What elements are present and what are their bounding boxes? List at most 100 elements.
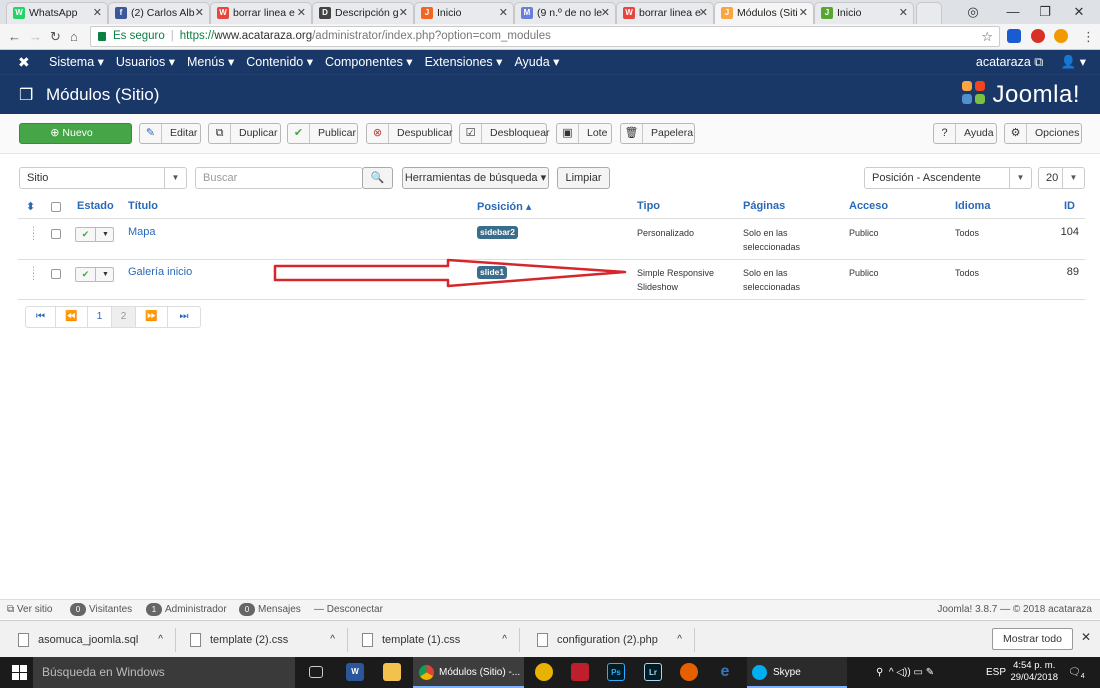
close-tab-icon[interactable]: ✕ [93, 3, 102, 23]
lightroom-icon[interactable]: Lr [644, 663, 662, 681]
trash-button[interactable]: 🗑 Papelera [620, 123, 695, 144]
module-title-link[interactable]: Mapa [128, 226, 156, 238]
publish-button[interactable]: ✔ Publicar [287, 123, 358, 144]
chevron-up-icon[interactable]: ^ [502, 628, 507, 652]
app-yellow-icon[interactable] [535, 663, 553, 681]
reload-icon[interactable]: ↻ [50, 27, 61, 47]
help-button[interactable]: ? Ayuda [933, 123, 997, 144]
menu-sistema[interactable]: Sistema ▾ [49, 50, 104, 74]
close-tab-icon[interactable]: ✕ [499, 3, 508, 23]
download-item[interactable]: template (1).css ^ [362, 628, 520, 652]
col-status[interactable]: Estado [77, 200, 114, 212]
show-all-button[interactable]: Mostrar todo [992, 628, 1073, 650]
menu-ayuda[interactable]: Ayuda ▾ [514, 50, 559, 74]
chevron-down-icon[interactable]: ▼ [97, 228, 114, 241]
menu-menus[interactable]: Menús ▾ [187, 50, 234, 74]
browser-tab[interactable]: D Descripción g ✕ [312, 2, 414, 24]
status-toggle[interactable]: ✔ ▼ [75, 267, 114, 282]
task-view-icon[interactable] [309, 666, 323, 678]
edge-icon[interactable]: e [716, 663, 734, 681]
module-title-link[interactable]: Galería inicio [128, 266, 192, 278]
browser-tab[interactable]: Wborrar linea e ✕ [616, 2, 714, 24]
close-tab-icon[interactable]: ✕ [799, 3, 808, 23]
tray-icons[interactable]: ⚲ ^ ◁)) ▭ ✎ [876, 657, 934, 688]
forward-arrow-icon[interactable]: → [29, 27, 42, 47]
unpublish-button[interactable]: ⊗ Despublicar [366, 123, 452, 144]
edit-button[interactable]: ✎ Editar [139, 123, 201, 144]
filezilla-icon[interactable] [571, 663, 589, 681]
windows-start-icon[interactable] [12, 665, 27, 680]
file-explorer-icon[interactable] [383, 663, 401, 681]
taskbar-skype-app[interactable]: Skype [747, 657, 847, 688]
published-check-icon[interactable]: ✔ [76, 268, 96, 281]
home-icon[interactable]: ⌂ [70, 27, 78, 47]
close-tab-icon[interactable]: ✕ [399, 3, 408, 23]
browser-tab[interactable]: W WhatsApp ✕ [6, 2, 108, 24]
joomla-logo-icon[interactable]: ✖ [18, 54, 30, 71]
close-tab-icon[interactable]: ✕ [297, 3, 306, 23]
col-id[interactable]: ID [1064, 200, 1075, 212]
browser-tab-active[interactable]: J Módulos (Siti ✕ [714, 2, 814, 24]
limit-select[interactable]: 20 ▼ [1038, 167, 1085, 189]
close-icon[interactable]: ✕ [1081, 630, 1091, 644]
menu-usuarios[interactable]: Usuarios ▾ [116, 50, 175, 74]
status-toggle[interactable]: ✔ ▼ [75, 227, 114, 242]
row-checkbox[interactable] [51, 269, 61, 279]
page-1-button[interactable]: 1 [88, 307, 112, 327]
view-site-link[interactable]: ⧉ Ver sitio [7, 600, 53, 619]
download-item[interactable]: configuration (2).php ^ [537, 628, 695, 652]
close-tab-icon[interactable]: ✕ [699, 3, 708, 23]
menu-extensiones[interactable]: Extensiones ▾ [425, 50, 503, 74]
chevron-up-icon[interactable]: ^ [677, 628, 682, 652]
notifications-icon[interactable]: 🗨4 [1068, 657, 1085, 688]
new-button[interactable]: ⊕ Nuevo [19, 123, 132, 144]
menu-contenido[interactable]: Contenido ▾ [246, 50, 313, 74]
first-page-button[interactable]: ⏮ [26, 307, 56, 327]
taskbar-search[interactable]: Búsqueda en Windows [33, 657, 295, 688]
site-link[interactable]: acataraza ⧉ [976, 55, 1043, 69]
word-icon[interactable]: W [346, 663, 364, 681]
firefox-icon[interactable] [680, 663, 698, 681]
drag-handle-icon[interactable]: ⋮ ⋮ [29, 226, 38, 241]
menu-componentes[interactable]: Componentes ▾ [325, 50, 413, 74]
close-tab-icon[interactable]: ✕ [195, 3, 204, 23]
extension-red-icon[interactable] [1031, 29, 1045, 43]
client-select[interactable]: Sitio ▼ [19, 167, 187, 189]
extension-blue-icon[interactable] [1007, 29, 1021, 43]
chevron-up-icon[interactable]: ^ [158, 628, 163, 652]
photoshop-icon[interactable]: Ps [607, 663, 625, 681]
prev-page-button[interactable]: ⏪ [56, 307, 88, 327]
duplicate-button[interactable]: ⧉ Duplicar [208, 123, 281, 144]
new-tab-button[interactable] [916, 2, 942, 24]
search-input[interactable]: Buscar [195, 167, 363, 189]
next-page-button[interactable]: ⏩ [136, 307, 168, 327]
download-item[interactable]: asomuca_joomla.sql ^ [18, 628, 176, 652]
close-window-button[interactable]: ✕ [1064, 2, 1094, 22]
row-checkbox[interactable] [51, 229, 61, 239]
ordering-select[interactable]: Posición - Ascendente ▼ [864, 167, 1032, 189]
bookmark-star-icon[interactable]: ☆ [981, 27, 993, 46]
maximize-button[interactable]: ❐ [1030, 2, 1060, 22]
taskbar-clock[interactable]: 4:54 p. m. 29/04/2018 [1010, 660, 1058, 684]
extension-orange-icon[interactable] [1054, 29, 1068, 43]
chrome-menu-icon[interactable]: ⋮ [1082, 27, 1095, 47]
browser-tab[interactable]: J Inicio ✕ [814, 2, 914, 24]
search-button[interactable]: 🔍 [362, 167, 393, 189]
logout-link[interactable]: — Desconectar [314, 600, 383, 619]
chevron-up-icon[interactable]: ^ [330, 628, 335, 652]
browser-tab[interactable]: J Inicio ✕ [414, 2, 514, 24]
last-page-button[interactable]: ⏭ [168, 307, 200, 327]
col-position[interactable]: Posición ▴ [477, 200, 531, 213]
profile-icon[interactable]: ◎ [958, 2, 988, 22]
select-all-checkbox[interactable] [51, 202, 61, 212]
close-tab-icon[interactable]: ✕ [899, 3, 908, 23]
col-pages[interactable]: Páginas [743, 200, 785, 212]
browser-tab[interactable]: M (9 n.º de no le ✕ [514, 2, 616, 24]
checkin-button[interactable]: ☑ Desbloquear [459, 123, 550, 144]
col-language[interactable]: Idioma [955, 200, 990, 212]
clear-button[interactable]: Limpiar [557, 167, 610, 189]
taskbar-chrome-app[interactable]: Módulos (Sitio) -... [413, 657, 524, 688]
chevron-down-icon[interactable]: ▼ [97, 268, 114, 281]
page-2-button[interactable]: 2 [112, 307, 136, 327]
options-button[interactable]: ⚙ Opciones [1004, 123, 1082, 144]
